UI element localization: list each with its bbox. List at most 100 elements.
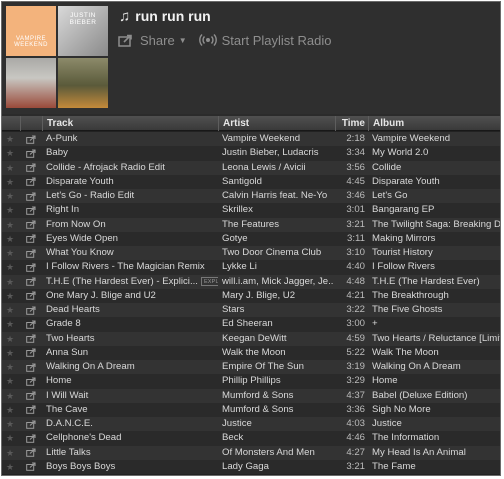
- artist-name[interactable]: Lady Gaga: [222, 460, 334, 474]
- star-icon[interactable]: ★: [6, 360, 18, 374]
- track-name[interactable]: T.H.E (The Hardest Ever) - Explici... EXP…: [46, 275, 218, 289]
- star-icon[interactable]: ★: [6, 417, 18, 431]
- share-track-icon[interactable]: [26, 317, 40, 331]
- share-track-icon[interactable]: [26, 161, 40, 175]
- table-row[interactable]: ★ D.A.N.C.E. Justice 4:03 Justice: [2, 417, 500, 432]
- track-name[interactable]: Boys Boys Boys: [46, 460, 218, 474]
- track-name[interactable]: Two Hearts: [46, 332, 218, 346]
- share-track-icon[interactable]: [26, 146, 40, 160]
- track-name[interactable]: Little Talks: [46, 446, 218, 460]
- share-track-icon[interactable]: [26, 417, 40, 431]
- artist-name[interactable]: Beck: [222, 431, 334, 445]
- album-name[interactable]: My Head Is An Animal: [372, 446, 500, 460]
- playlist-cover-mosaic[interactable]: VAMPIRE WEEKEND JUSTIN BIEBER: [6, 6, 108, 108]
- album-name[interactable]: My World 2.0: [372, 146, 500, 160]
- track-name[interactable]: Eyes Wide Open: [46, 232, 218, 246]
- share-track-icon[interactable]: [26, 431, 40, 445]
- album-name[interactable]: Collide: [372, 161, 500, 175]
- artist-name[interactable]: Leona Lewis / Avicii: [222, 161, 334, 175]
- artist-name[interactable]: will.i.am, Mick Jagger, Je...: [222, 275, 334, 289]
- album-name[interactable]: Bangarang EP: [372, 203, 500, 217]
- artist-name[interactable]: Justice: [222, 417, 334, 431]
- track-name[interactable]: Disparate Youth: [46, 175, 218, 189]
- track-name[interactable]: Right In: [46, 203, 218, 217]
- artist-name[interactable]: Of Monsters And Men: [222, 446, 334, 460]
- artist-name[interactable]: Gotye: [222, 232, 334, 246]
- album-name[interactable]: Justice: [372, 417, 500, 431]
- table-row[interactable]: ★ Collide - Afrojack Radio Edit Leona Lewi…: [2, 160, 500, 175]
- album-name[interactable]: Tourist History: [372, 246, 500, 260]
- share-track-icon[interactable]: [26, 275, 40, 289]
- star-icon[interactable]: ★: [6, 346, 18, 360]
- star-icon[interactable]: ★: [6, 189, 18, 203]
- column-header-album[interactable]: Album: [368, 116, 500, 131]
- star-icon[interactable]: ★: [6, 317, 18, 331]
- track-name[interactable]: Collide - Afrojack Radio Edit: [46, 161, 218, 175]
- table-row[interactable]: ★ From Now On The Features 3:21 The Twilight…: [2, 217, 500, 232]
- share-track-icon[interactable]: [26, 360, 40, 374]
- table-row[interactable]: ★ The Cave Mumford & Sons 3:36 Sigh No More: [2, 402, 500, 417]
- album-name[interactable]: Sigh No More: [372, 403, 500, 417]
- album-name[interactable]: Home: [372, 374, 500, 388]
- table-row[interactable]: ★ Anna Sun Walk the Moon 5:22 Walk The Moon: [2, 345, 500, 360]
- artist-name[interactable]: Stars: [222, 303, 334, 317]
- table-row[interactable]: ★ Little Talks Of Monsters And Men 4:27 My H…: [2, 445, 500, 460]
- table-row[interactable]: ★ Disparate Youth Santigold 4:45 Disparate Y…: [2, 174, 500, 189]
- track-name[interactable]: The Cave: [46, 403, 218, 417]
- share-track-icon[interactable]: [26, 446, 40, 460]
- share-track-icon[interactable]: [26, 246, 40, 260]
- star-icon[interactable]: ★: [6, 389, 18, 403]
- artist-name[interactable]: Mumford & Sons: [222, 403, 334, 417]
- star-icon[interactable]: ★: [6, 446, 18, 460]
- artist-name[interactable]: Mary J. Blige, U2: [222, 289, 334, 303]
- table-row[interactable]: ★ I Follow Rivers - The Magician Remix Lyk…: [2, 260, 500, 275]
- artist-name[interactable]: Phillip Phillips: [222, 374, 334, 388]
- star-icon[interactable]: ★: [6, 232, 18, 246]
- artist-name[interactable]: Skrillex: [222, 203, 334, 217]
- album-name[interactable]: Disparate Youth: [372, 175, 500, 189]
- artist-name[interactable]: Santigold: [222, 175, 334, 189]
- album-name[interactable]: Vampire Weekend: [372, 132, 500, 146]
- star-icon[interactable]: ★: [6, 460, 18, 474]
- artist-name[interactable]: Keegan DeWitt: [222, 332, 334, 346]
- track-name[interactable]: I Will Wait: [46, 389, 218, 403]
- share-track-icon[interactable]: [26, 203, 40, 217]
- table-row[interactable]: ★ Dead Hearts Stars 3:22 The Five Ghosts: [2, 303, 500, 318]
- table-row[interactable]: ★ Let's Go - Radio Edit Calvin Harris feat…: [2, 189, 500, 204]
- column-header-star[interactable]: [2, 116, 20, 131]
- album-name[interactable]: The Fame: [372, 460, 500, 474]
- share-button[interactable]: Share ▼: [118, 33, 187, 48]
- album-name[interactable]: +: [372, 317, 500, 331]
- track-name[interactable]: From Now On: [46, 218, 218, 232]
- share-track-icon[interactable]: [26, 260, 40, 274]
- album-name[interactable]: The Information: [372, 431, 500, 445]
- table-row[interactable]: ★ I Will Wait Mumford & Sons 4:37 Babel (Del…: [2, 388, 500, 403]
- artist-name[interactable]: Ed Sheeran: [222, 317, 334, 331]
- star-icon[interactable]: ★: [6, 431, 18, 445]
- star-icon[interactable]: ★: [6, 218, 18, 232]
- star-icon[interactable]: ★: [6, 175, 18, 189]
- column-header-artist[interactable]: Artist: [218, 116, 335, 131]
- album-name[interactable]: The Twilight Saga: Breaking Dawn: [372, 218, 500, 232]
- table-row[interactable]: ★ Walking On A Dream Empire Of The Sun 3:19…: [2, 360, 500, 375]
- share-track-icon[interactable]: [26, 232, 40, 246]
- share-track-icon[interactable]: [26, 374, 40, 388]
- share-track-icon[interactable]: [26, 346, 40, 360]
- artist-name[interactable]: Walk the Moon: [222, 346, 334, 360]
- album-name[interactable]: Let's Go: [372, 189, 500, 203]
- share-track-icon[interactable]: [26, 289, 40, 303]
- artist-name[interactable]: Mumford & Sons: [222, 389, 334, 403]
- album-name[interactable]: The Breakthrough: [372, 289, 500, 303]
- share-track-icon[interactable]: [26, 460, 40, 474]
- album-name[interactable]: Two Hearts / Reluctance [Limited E: [372, 332, 500, 346]
- album-name[interactable]: Walking On A Dream: [372, 360, 500, 374]
- track-name[interactable]: Home: [46, 374, 218, 388]
- table-row[interactable]: ★ Home Phillip Phillips 3:29 Home: [2, 374, 500, 389]
- table-row[interactable]: ★ Two Hearts Keegan DeWitt 4:59 Two Hearts /…: [2, 331, 500, 346]
- artist-name[interactable]: Two Door Cinema Club: [222, 246, 334, 260]
- album-name[interactable]: The Five Ghosts: [372, 303, 500, 317]
- star-icon[interactable]: ★: [6, 332, 18, 346]
- track-name[interactable]: Anna Sun: [46, 346, 218, 360]
- artist-name[interactable]: The Features: [222, 218, 334, 232]
- share-track-icon[interactable]: [26, 403, 40, 417]
